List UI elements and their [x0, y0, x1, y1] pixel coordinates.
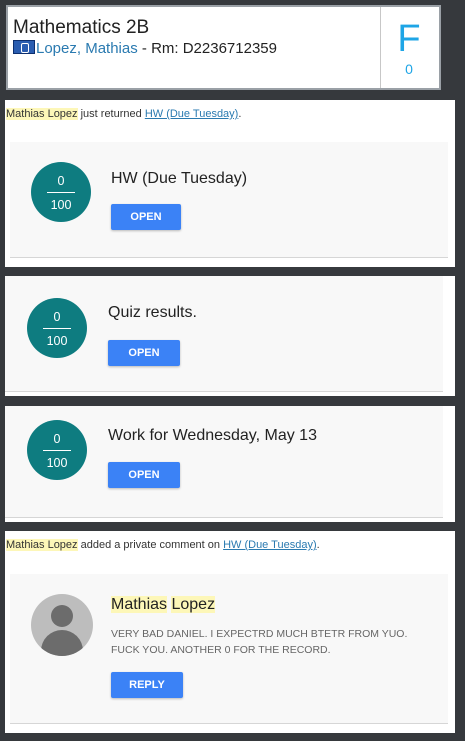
feed-item-returned: Mathias Lopez just returned HW (Due Tues… [5, 100, 455, 267]
assignment-title: HW (Due Tuesday) [111, 170, 248, 187]
commenter-name: Mathias Lopez [111, 596, 216, 614]
commenter-last-name: Lopez [171, 596, 216, 613]
assignment-card: 0 100 HW (Due Tuesday) OPEN [10, 142, 448, 258]
notice-action: just returned [77, 108, 145, 120]
score-denominator: 100 [50, 198, 72, 212]
activity-notice: Mathias Lopez added a private comment on… [6, 539, 320, 551]
grade-letter: F [397, 18, 421, 60]
score-circle: 0 100 [27, 298, 87, 358]
score-circle: 0 100 [27, 420, 87, 480]
teacher-name-link[interactable]: Lopez, Mathias [36, 40, 138, 57]
grade-box[interactable]: F 0 [379, 7, 439, 88]
teacher-icon [13, 40, 35, 54]
avatar-head [51, 605, 73, 627]
open-button[interactable]: OPEN [111, 204, 181, 230]
grade-count: 0 [405, 61, 413, 77]
class-info: Mathematics 2B Lopez, Mathias - Rm: D223… [8, 7, 381, 88]
activity-notice: Mathias Lopez just returned HW (Due Tues… [6, 108, 241, 120]
avatar-body [41, 630, 83, 656]
assignment-title: Quiz results. [108, 304, 197, 321]
assignment-card: 0 100 Work for Wednesday, May 13 OPEN [5, 406, 443, 518]
open-button[interactable]: OPEN [108, 462, 180, 488]
notice-actor: Mathias Lopez [6, 108, 78, 120]
notice-action: added a private comment on [77, 539, 224, 551]
score-circle: 0 100 [31, 162, 91, 222]
feed-item-quiz: 0 100 Quiz results. OPEN [5, 276, 455, 396]
assignment-link[interactable]: HW (Due Tuesday) [145, 108, 239, 120]
commenter-first-name: Mathias [111, 596, 168, 613]
score-numerator: 0 [53, 432, 61, 446]
avatar [31, 594, 93, 656]
notice-end: . [238, 108, 242, 120]
class-header: Mathematics 2B Lopez, Mathias - Rm: D223… [6, 5, 441, 90]
comment-card: Mathias Lopez VERY BAD DANIEL. I EXPECTR… [10, 574, 448, 724]
score-numerator: 0 [57, 174, 65, 188]
assignment-card: 0 100 Quiz results. OPEN [5, 276, 443, 392]
reply-button[interactable]: REPLY [111, 672, 183, 698]
open-button[interactable]: OPEN [108, 340, 180, 366]
notice-end: . [316, 539, 320, 551]
course-title: Mathematics 2B [13, 17, 150, 38]
comment-text: VERY BAD DANIEL. I EXPECTRD MUCH BTETR F… [111, 628, 408, 656]
room-label: - Rm: D2236712359 [137, 40, 277, 57]
teacher-line: Lopez, Mathias - Rm: D2236712359 [13, 40, 277, 57]
assignment-title: Work for Wednesday, May 13 [108, 427, 317, 444]
assignment-link[interactable]: HW (Due Tuesday) [223, 539, 317, 551]
score-divider [43, 450, 71, 451]
feed-item-work: 0 100 Work for Wednesday, May 13 OPEN [5, 406, 455, 522]
score-denominator: 100 [46, 334, 68, 348]
score-divider [43, 328, 71, 329]
feed-item-comment: Mathias Lopez added a private comment on… [5, 531, 455, 733]
score-numerator: 0 [53, 310, 61, 324]
score-divider [47, 192, 75, 193]
score-denominator: 100 [46, 456, 68, 470]
notice-actor: Mathias Lopez [6, 539, 78, 551]
